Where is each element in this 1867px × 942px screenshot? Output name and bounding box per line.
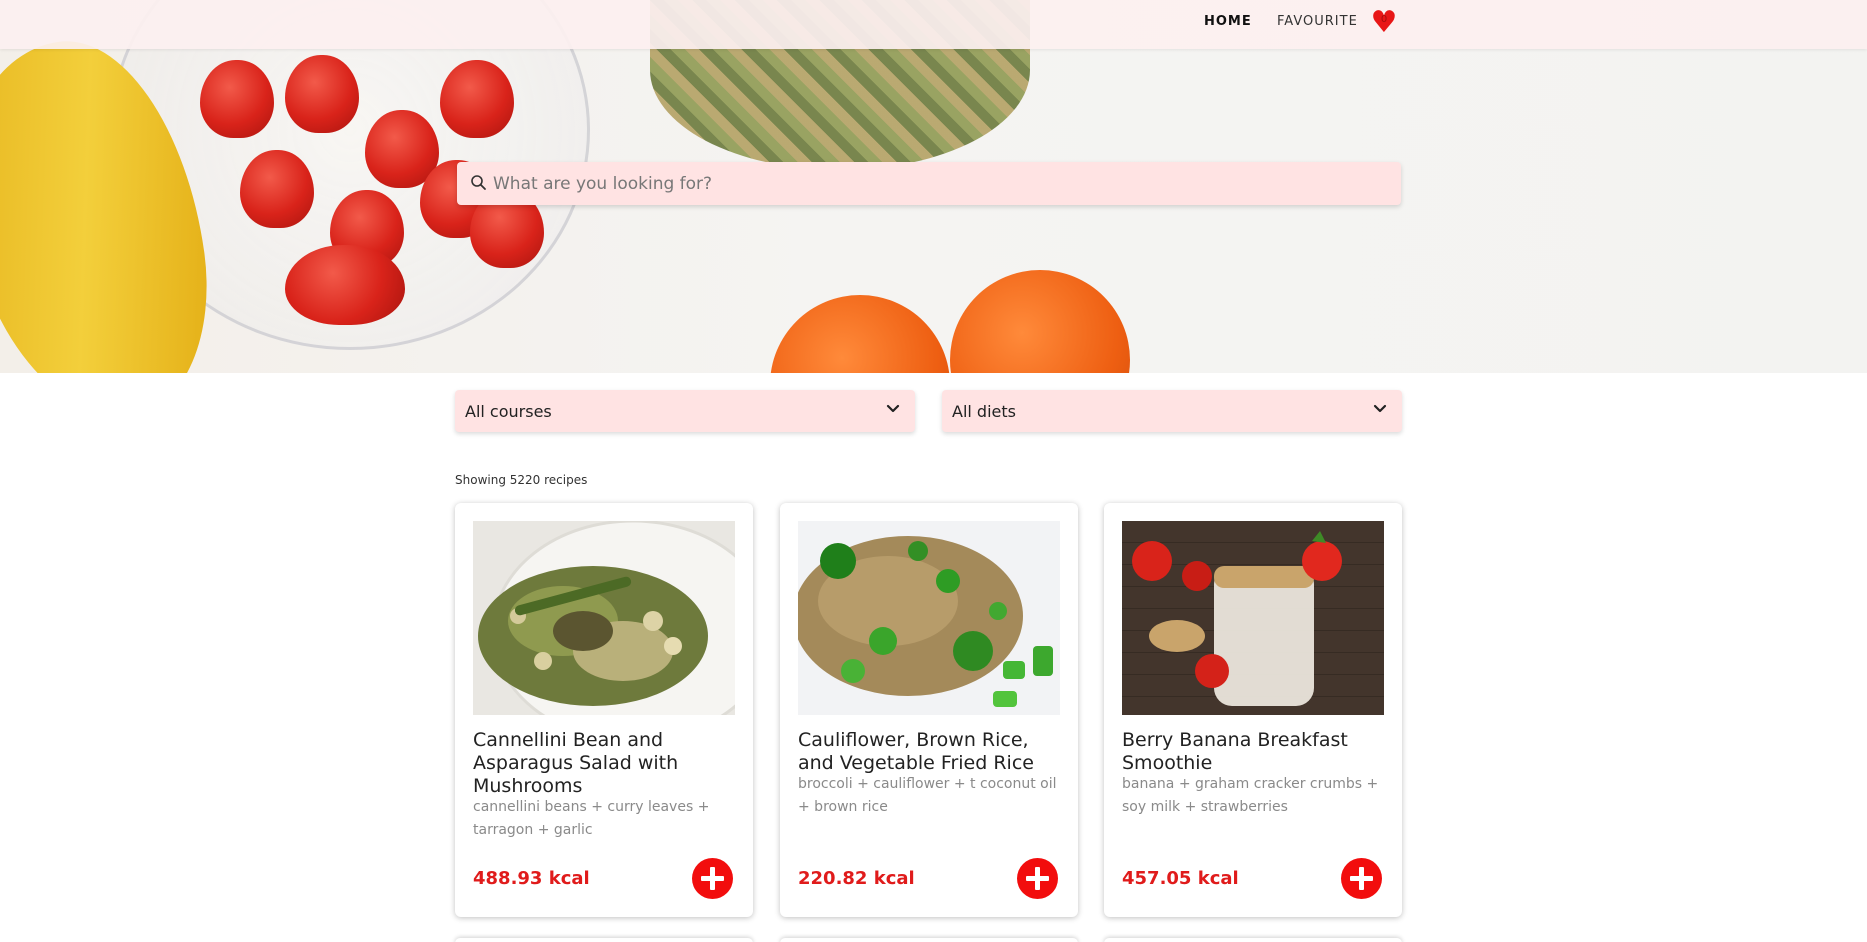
courses-select-value: All courses xyxy=(465,402,552,421)
nav-favourite-link[interactable]: FAVOURITE xyxy=(1277,14,1358,29)
recipe-card-partial[interactable] xyxy=(1104,938,1402,942)
recipe-image xyxy=(798,521,1060,715)
diets-select[interactable]: All diets xyxy=(942,390,1402,432)
nav-home-link[interactable]: HOME xyxy=(1204,14,1252,29)
recipe-title[interactable]: Berry Banana Breakfast Smoothie xyxy=(1122,729,1384,775)
chevron-down-icon xyxy=(886,404,900,413)
add-favourite-button[interactable] xyxy=(1341,858,1382,899)
hero-orange xyxy=(950,270,1130,373)
plus-icon xyxy=(1359,867,1364,890)
search-input[interactable] xyxy=(493,162,1383,205)
recipe-kcal: 220.82 kcal xyxy=(798,868,915,889)
top-navbar: HOME FAVOURITE ♥ 0 xyxy=(0,0,1867,49)
recipe-image xyxy=(1122,521,1384,715)
results-count: Showing 5220 recipes xyxy=(455,473,588,487)
favourite-count-badge: 0 xyxy=(1380,14,1388,25)
recipe-card[interactable]: Berry Banana Breakfast Smoothie banana +… xyxy=(1104,503,1402,917)
recipe-card-partial[interactable] xyxy=(780,938,1078,942)
recipe-ingredients: broccoli + cauliflower + t coconut oil +… xyxy=(798,776,1057,815)
recipe-image xyxy=(473,521,735,715)
recipe-card[interactable]: Cannellini Bean and Asparagus Salad with… xyxy=(455,503,753,917)
diets-select-value: All diets xyxy=(952,402,1016,421)
hero-orange xyxy=(770,295,950,373)
courses-select[interactable]: All courses xyxy=(455,390,915,432)
hero-strawberry xyxy=(285,245,405,325)
hero-strawberry xyxy=(200,60,274,138)
plus-icon xyxy=(1035,867,1040,890)
hero-strawberry xyxy=(240,150,314,228)
recipe-ingredients: banana + graham cracker crumbs + soy mil… xyxy=(1122,776,1379,815)
recipe-card-partial[interactable] xyxy=(455,938,753,942)
plus-icon xyxy=(710,867,715,890)
search-icon xyxy=(471,175,486,190)
search-bar xyxy=(457,162,1401,205)
add-favourite-button[interactable] xyxy=(692,858,733,899)
recipe-title[interactable]: Cannellini Bean and Asparagus Salad with… xyxy=(473,729,735,798)
recipe-ingredients: cannellini beans + curry leaves + tarrag… xyxy=(473,799,710,838)
recipe-card[interactable]: Cauliflower, Brown Rice, and Vegetable F… xyxy=(780,503,1078,917)
hero-strawberry xyxy=(440,60,514,138)
recipe-kcal: 488.93 kcal xyxy=(473,868,590,889)
add-favourite-button[interactable] xyxy=(1017,858,1058,899)
hero-strawberry xyxy=(285,55,359,133)
recipe-kcal: 457.05 kcal xyxy=(1122,868,1239,889)
chevron-down-icon xyxy=(1373,404,1387,413)
recipe-title[interactable]: Cauliflower, Brown Rice, and Vegetable F… xyxy=(798,729,1060,775)
